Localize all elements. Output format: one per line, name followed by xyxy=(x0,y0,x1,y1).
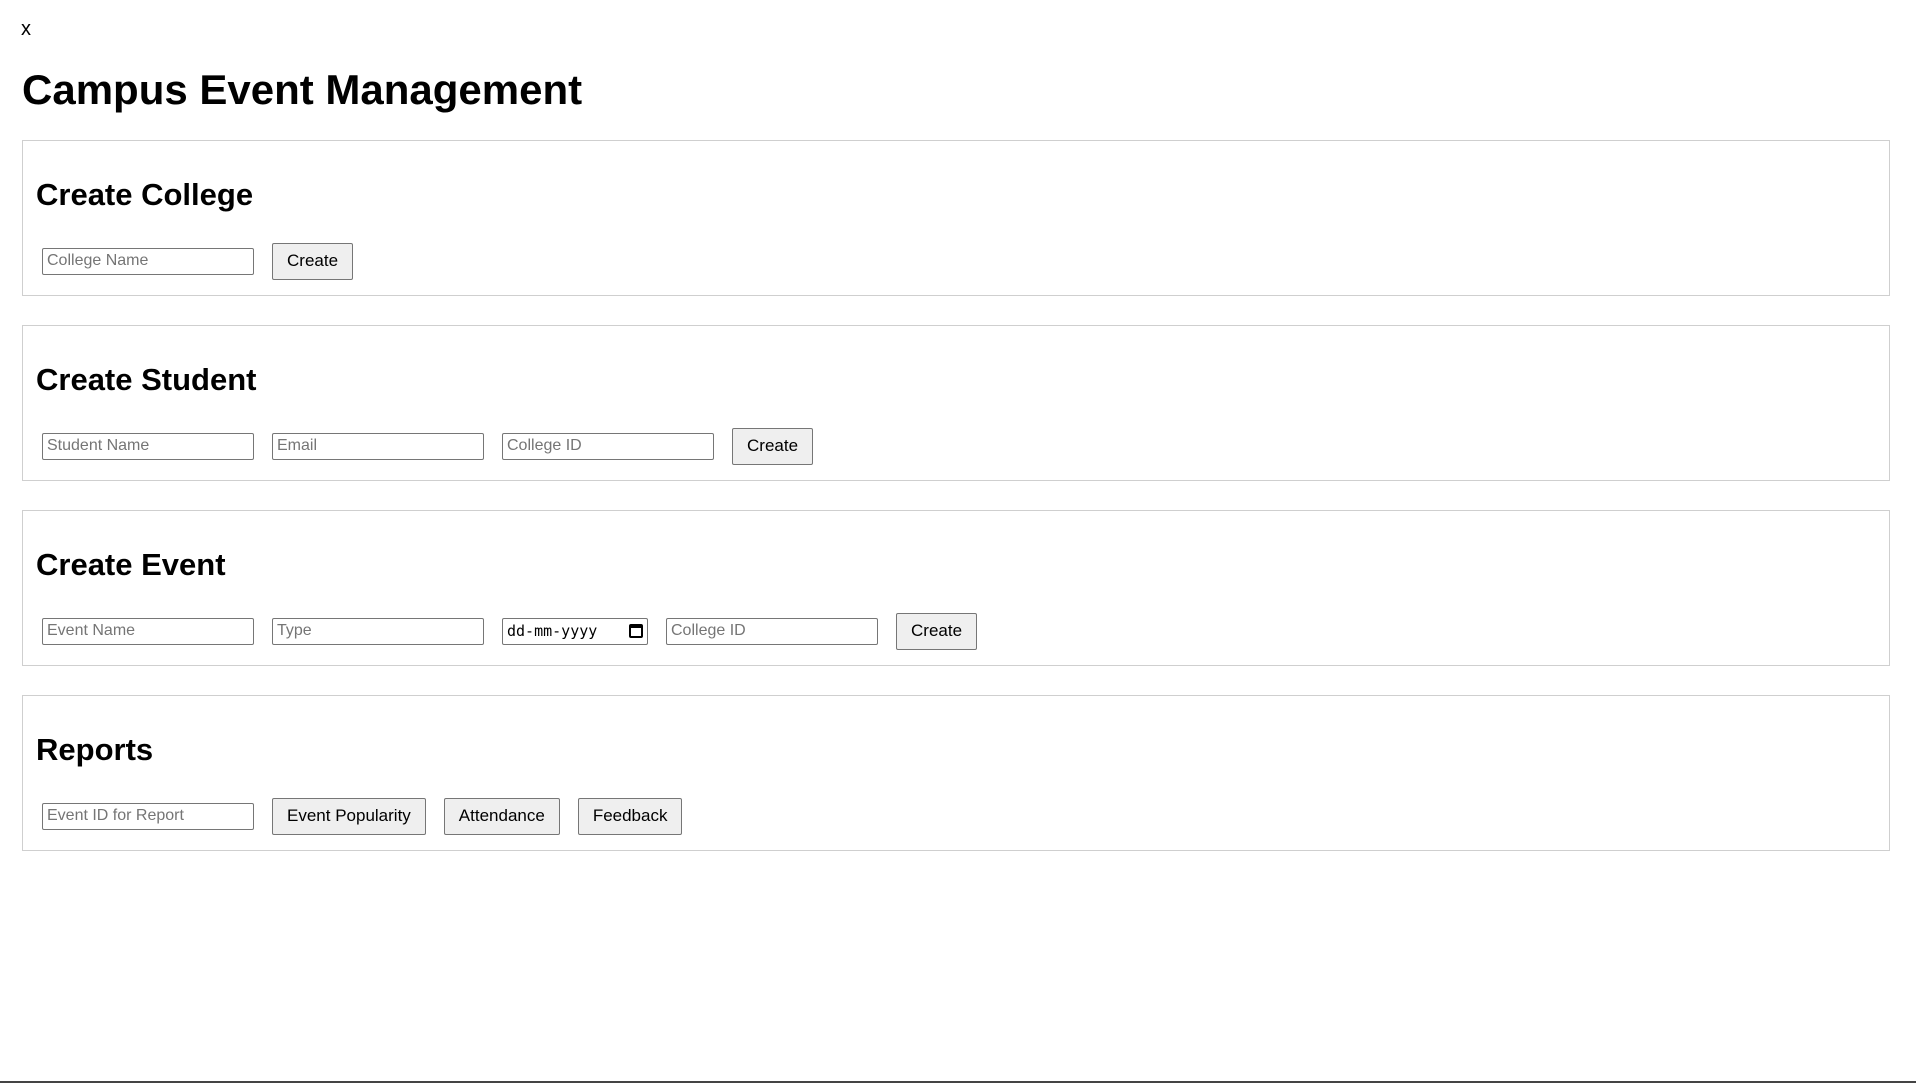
reports-form: Event Popularity Attendance Feedback xyxy=(42,797,700,835)
event-type-input[interactable] xyxy=(272,617,484,645)
create-event-heading: Create Event xyxy=(36,547,226,582)
create-student-form: Create xyxy=(42,427,831,465)
calendar-icon[interactable] xyxy=(629,624,643,638)
event-popularity-button[interactable]: Event Popularity xyxy=(272,797,426,835)
reports-heading: Reports xyxy=(36,732,154,767)
create-college-form: Create xyxy=(42,242,371,280)
event-name-input[interactable] xyxy=(42,617,254,645)
create-event-form: dd-mm-yyyy Create xyxy=(42,612,995,650)
student-college-id-input[interactable] xyxy=(502,432,714,460)
college-name-input[interactable] xyxy=(42,247,254,275)
student-email-input[interactable] xyxy=(272,432,484,460)
create-college-heading: Create College xyxy=(36,177,254,212)
report-event-id-input[interactable] xyxy=(42,802,254,830)
event-date-input[interactable]: dd-mm-yyyy xyxy=(502,617,648,645)
page-title: Campus Event Management xyxy=(22,66,583,113)
event-college-id-input[interactable] xyxy=(666,617,878,645)
create-college-section: Create College Create xyxy=(22,140,1890,296)
reports-section: Reports Event Popularity Attendance Feed… xyxy=(22,695,1890,851)
create-event-section: Create Event dd-mm-yyyy Create xyxy=(22,510,1890,666)
close-button[interactable]: x xyxy=(21,17,31,41)
create-college-button[interactable]: Create xyxy=(272,242,354,280)
create-student-heading: Create Student xyxy=(36,362,257,397)
feedback-button[interactable]: Feedback xyxy=(577,797,683,835)
attendance-button[interactable]: Attendance xyxy=(443,797,560,835)
create-student-button[interactable]: Create xyxy=(732,427,814,465)
create-event-button[interactable]: Create xyxy=(896,612,978,650)
event-date-placeholder: dd-mm-yyyy xyxy=(507,622,598,640)
student-name-input[interactable] xyxy=(42,432,254,460)
create-student-section: Create Student Create xyxy=(22,325,1890,481)
